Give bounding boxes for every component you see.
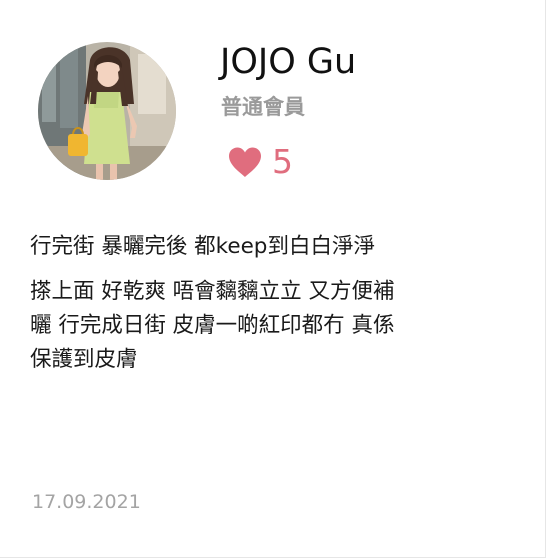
- review-date: 17.09.2021: [32, 491, 141, 513]
- review-line: 保護到皮膚: [30, 347, 138, 372]
- review-line: 行完街 暴曬完後 都keep到白白淨淨: [30, 234, 375, 259]
- heart-icon: [229, 147, 261, 177]
- user-photo-icon: [38, 42, 176, 180]
- avatar[interactable]: [38, 42, 176, 180]
- review-line: 曬 行完成日街 皮膚一啲紅印都冇 真係: [30, 313, 395, 338]
- like-button[interactable]: 5: [227, 142, 293, 182]
- review-text: 行完街 暴曬完後 都keep到白白淨淨 搽上面 好乾爽 唔會黐黐立立 又方便補 …: [30, 230, 520, 377]
- review-card: JOJO Gu 普通會員 5 行完街 暴曬完後 都keep到白白淨淨 搽上面 好…: [0, 0, 546, 558]
- like-count: 5: [272, 142, 293, 181]
- member-tier: 普通會員: [221, 95, 305, 119]
- username: JOJO Gu: [220, 42, 357, 82]
- review-line: 搽上面 好乾爽 唔會黐黐立立 又方便補: [30, 279, 395, 304]
